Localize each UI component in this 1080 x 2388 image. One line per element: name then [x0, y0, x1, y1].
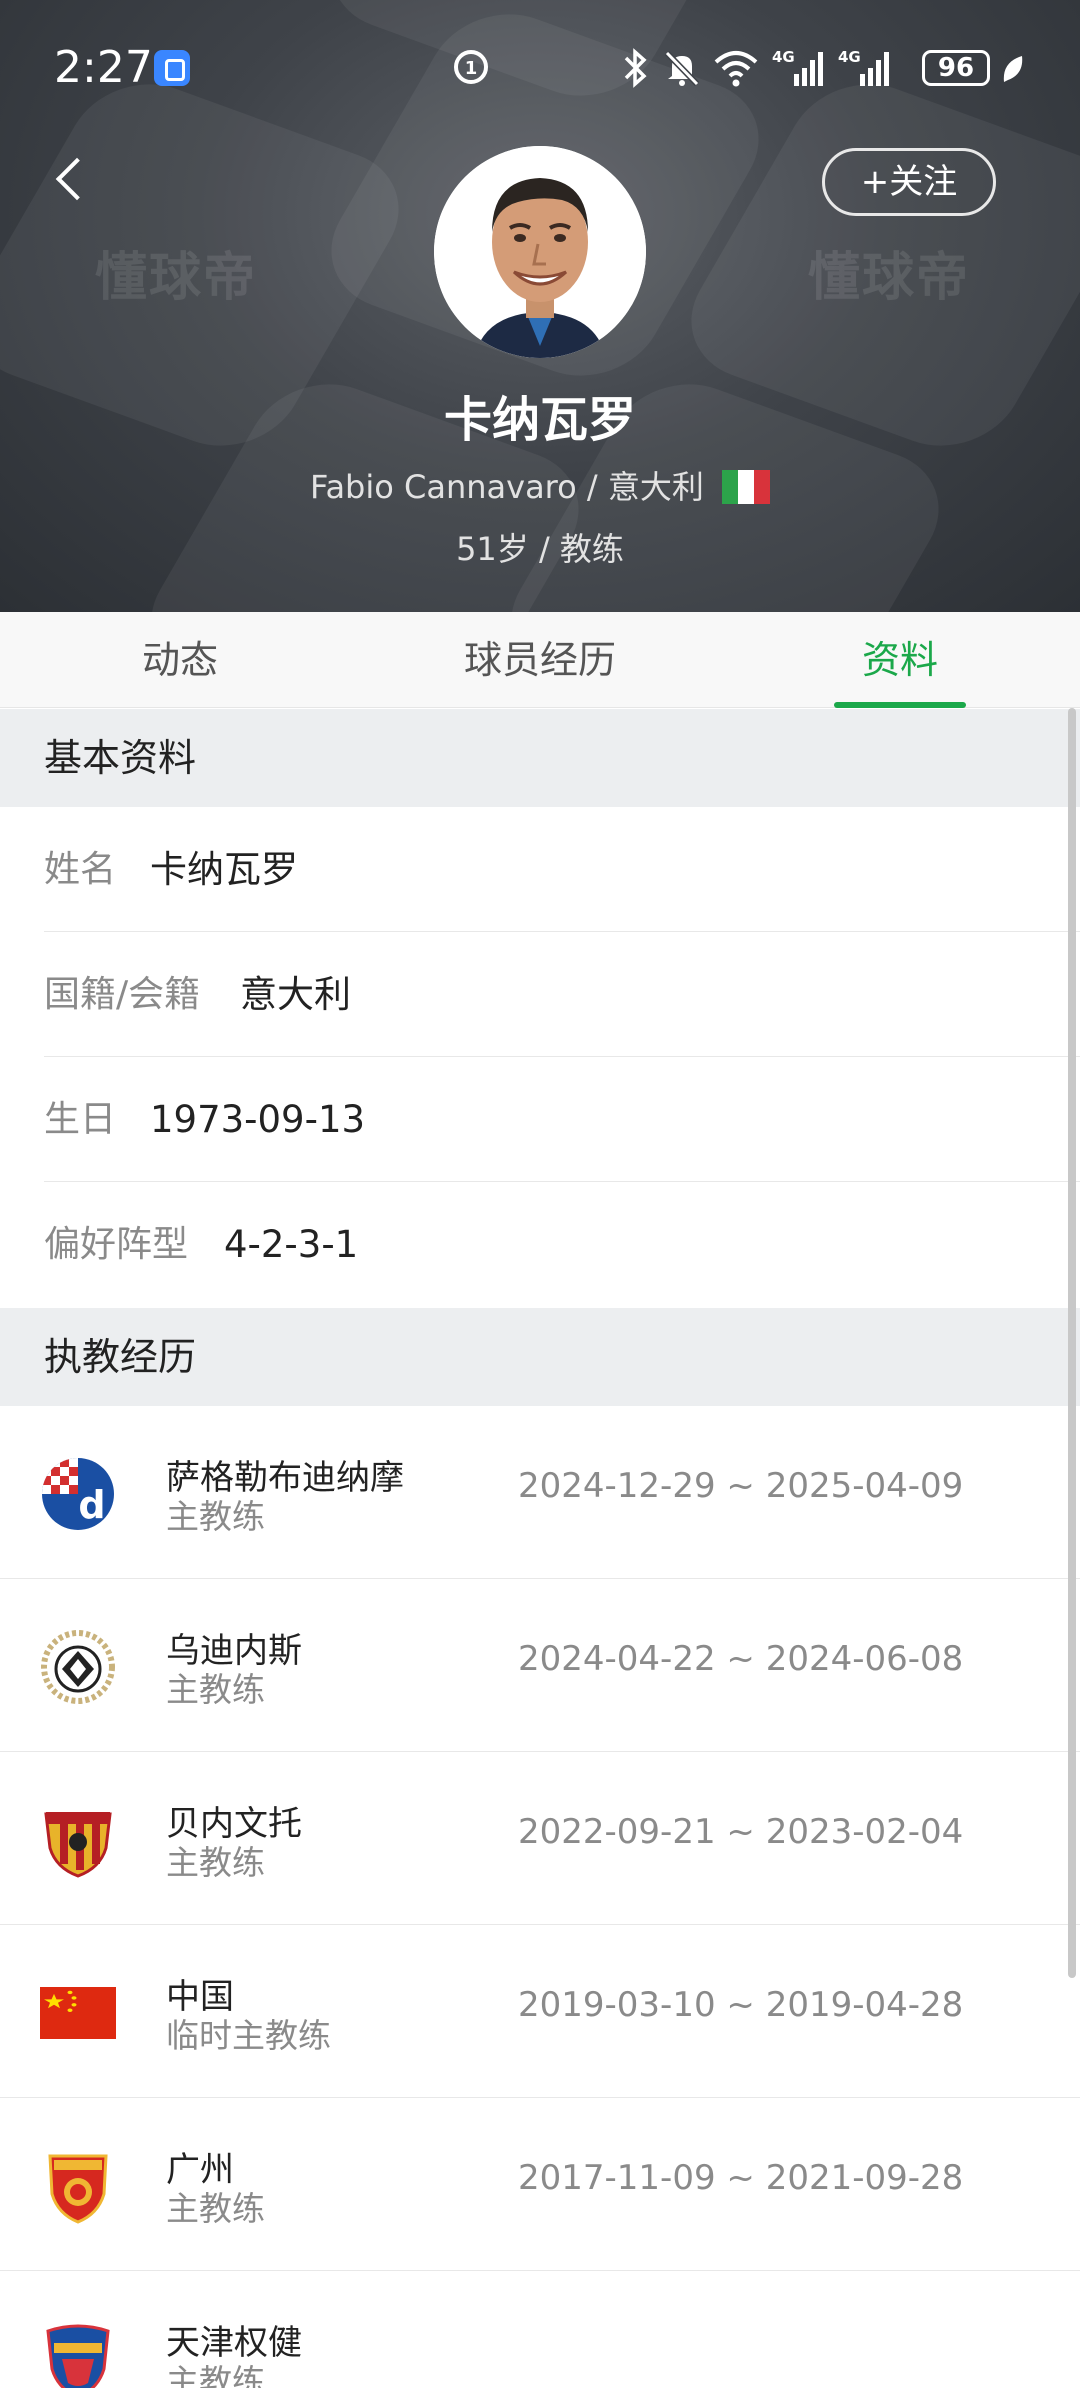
coaching-row[interactable]: 天津权健 主教练 — [0, 2271, 1080, 2388]
battery-icon: 96 — [922, 50, 990, 86]
english-name-nationality: Fabio Cannavaro / 意大利 — [309, 468, 704, 506]
age-role: 51岁 / 教练 — [456, 530, 624, 568]
tab-news[interactable]: 动态 — [80, 612, 280, 708]
profile-header: 懂球帝 懂球帝 2:27 1 4G 4G 96 +关注 卡纳瓦罗 Fabio C… — [0, 0, 1080, 612]
coaching-row[interactable]: d 萨格勒布迪纳摩 主教练 2024-12-29 ~ 2025-04-09 — [0, 1406, 1080, 1579]
bluetooth-icon — [624, 48, 647, 88]
info-row-birthday: 生日 1973-09-13 — [0, 1057, 1080, 1182]
leaf-icon — [1003, 56, 1023, 82]
svg-text:1: 1 — [465, 58, 478, 79]
signal-4g-icon: 4G — [772, 48, 823, 86]
dinamo-zagreb-logo-icon: d — [42, 1458, 114, 1530]
profile-subtitle: Fabio Cannavaro / 意大利 — [0, 462, 1080, 508]
coaching-row[interactable]: 广州 主教练 2017-11-09 ~ 2021-09-28 — [0, 2098, 1080, 2271]
club-role: 主教练 — [166, 1497, 265, 1536]
svg-text:4G: 4G — [772, 48, 795, 66]
club-dates: 2022-09-21 ~ 2023-02-04 — [518, 1812, 964, 1852]
club-dates: 2017-11-09 ~ 2021-09-28 — [518, 2158, 964, 2198]
profile-name: 卡纳瓦罗 — [443, 392, 636, 448]
info-label: 姓名 — [44, 849, 117, 890]
info-row-name: 姓名 卡纳瓦罗 — [0, 807, 1080, 932]
info-value: 4-2-3-1 — [224, 1223, 359, 1266]
info-value: 卡纳瓦罗 — [150, 848, 298, 891]
benevento-logo-icon — [44, 1812, 112, 1878]
wifi-icon — [714, 51, 758, 87]
svg-text:4G: 4G — [838, 48, 861, 66]
app-badge-icon — [154, 50, 190, 86]
watermark-left: 懂球帝 — [95, 248, 258, 308]
club-dates: 2024-12-29 ~ 2025-04-09 — [518, 1466, 964, 1506]
signal-4g-icon: 4G — [838, 48, 889, 86]
udinese-logo-icon — [41, 1630, 115, 1704]
avatar[interactable] — [434, 146, 646, 358]
tianjin-quanjian-logo-icon — [46, 2324, 110, 2388]
club-role: 主教练 — [166, 2189, 265, 2228]
info-label: 生日 — [44, 1099, 117, 1140]
club-role: 主教练 — [166, 1843, 265, 1882]
club-dates: 2019-03-10 ~ 2019-04-28 — [518, 1985, 964, 2025]
status-bar: 2:27 1 4G 4G 96 — [0, 40, 1080, 100]
italy-flag-icon — [722, 470, 771, 504]
info-label: 偏好阵型 — [44, 1224, 189, 1265]
guangzhou-logo-icon — [48, 2154, 108, 2224]
coach-portrait-icon — [434, 146, 646, 358]
info-value: 1973-09-13 — [150, 1098, 366, 1141]
info-row-formation: 偏好阵型 4-2-3-1 — [0, 1182, 1080, 1307]
club-dates: 2024-04-22 ~ 2024-06-08 — [518, 1639, 964, 1679]
tab-bar: 动态 球员经历 资料 — [0, 612, 1080, 708]
basic-info-header: 基本资料 — [0, 709, 1080, 807]
follow-button[interactable]: +关注 — [822, 148, 996, 216]
scrollbar[interactable] — [1068, 708, 1076, 1978]
status-time: 2:27 — [54, 42, 153, 93]
coaching-history-header: 执教经历 — [0, 1308, 1080, 1406]
coaching-row[interactable]: 乌迪内斯 主教练 2024-04-22 ~ 2024-06-08 — [0, 1579, 1080, 1752]
coaching-row[interactable]: 贝内文托 主教练 2022-09-21 ~ 2023-02-04 — [0, 1752, 1080, 1925]
tab-profile[interactable]: 资料 — [800, 612, 1000, 708]
back-button[interactable] — [50, 150, 90, 210]
club-role: 临时主教练 — [166, 2016, 331, 2055]
info-label: 国籍/会籍 — [44, 974, 201, 1015]
svg-text:d: d — [78, 1483, 105, 1527]
mute-icon — [664, 50, 700, 87]
watermark-right: 懂球帝 — [808, 248, 971, 308]
club-role: 主教练 — [166, 1670, 265, 1709]
tab-player-career[interactable]: 球员经历 — [420, 612, 660, 708]
active-tab-indicator — [834, 702, 966, 708]
hd-icon: 1 — [454, 50, 488, 84]
info-row-nationality: 国籍/会籍 意大利 — [0, 932, 1080, 1057]
info-value: 意大利 — [240, 973, 351, 1016]
coaching-row[interactable]: 中国 临时主教练 2019-03-10 ~ 2019-04-28 — [0, 1925, 1080, 2098]
china-flag-icon — [40, 1987, 116, 2039]
club-role: 主教练 — [166, 2362, 265, 2388]
